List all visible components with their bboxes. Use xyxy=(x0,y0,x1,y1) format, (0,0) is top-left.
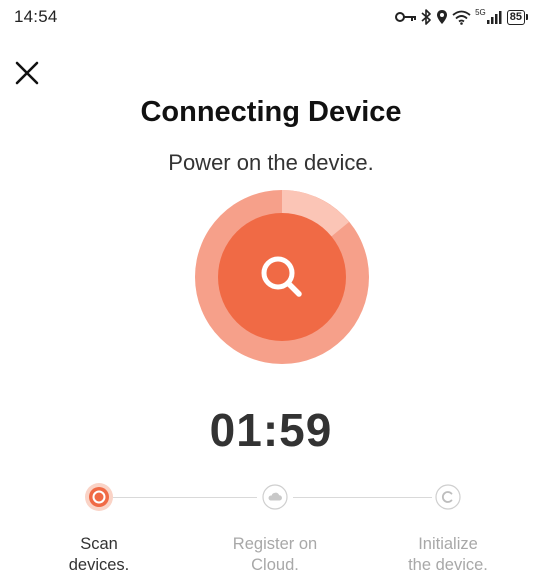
location-icon xyxy=(437,10,448,24)
battery-level: 85 xyxy=(506,9,525,25)
step-initialize-node xyxy=(434,483,462,511)
status-bar: 14:54 5G 85 xyxy=(0,0,542,36)
step-initialize-label: Initialize the device. xyxy=(408,535,488,574)
close-icon xyxy=(15,61,39,85)
step-register-node xyxy=(261,483,289,511)
bluetooth-icon xyxy=(421,9,431,25)
status-time: 14:54 xyxy=(14,7,58,26)
network-type: 5G xyxy=(475,7,486,17)
copyright-icon xyxy=(435,484,461,510)
step-connector xyxy=(293,497,432,498)
key-icon xyxy=(395,12,417,22)
battery-icon: 85 xyxy=(506,9,528,25)
scan-icon xyxy=(85,483,113,511)
scanner-animation xyxy=(195,190,369,364)
close-button[interactable] xyxy=(12,58,42,88)
step-register-label: Register on Cloud. xyxy=(232,535,318,574)
signal-icon xyxy=(486,11,502,24)
step-connector xyxy=(113,497,257,498)
step-scan-label: Scan devices. xyxy=(68,535,130,574)
step-scan-node xyxy=(85,483,113,511)
progress-steps: Scan devices. Register on Cloud. Initial… xyxy=(0,480,542,575)
page-subtitle: Power on the device. xyxy=(168,150,374,175)
status-icons: 5G 85 xyxy=(395,7,528,27)
countdown-timer: 01:59 xyxy=(209,404,333,456)
page-title: Connecting Device xyxy=(140,96,402,128)
cloud-icon xyxy=(262,484,288,510)
wifi-icon xyxy=(452,10,471,25)
